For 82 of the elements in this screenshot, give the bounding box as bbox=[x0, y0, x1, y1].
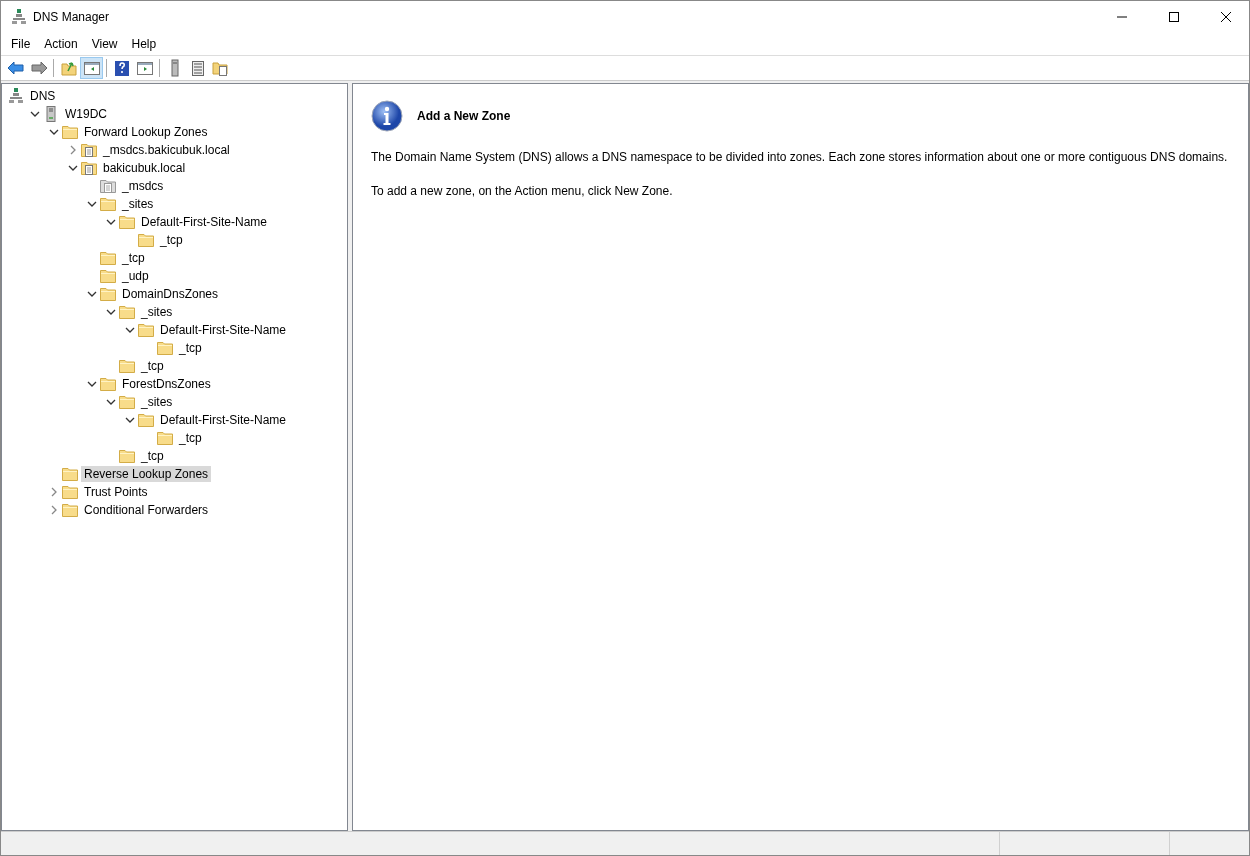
info-text: To add a new zone, on the Action menu, click New Zone. bbox=[371, 183, 674, 200]
tree-item[interactable]: _udp bbox=[119, 268, 152, 284]
expand-chevron-icon[interactable] bbox=[49, 505, 59, 515]
zone-icon bbox=[211, 59, 230, 77]
folder-icon bbox=[100, 286, 116, 302]
tree-item[interactable]: _tcp bbox=[138, 358, 167, 374]
tree-item[interactable]: DomainDnsZones bbox=[119, 286, 222, 302]
folder-icon bbox=[62, 484, 78, 500]
tree-item[interactable]: Default-First-Site-Name bbox=[157, 322, 290, 338]
folder-icon bbox=[119, 358, 135, 374]
collapse-chevron-icon[interactable] bbox=[87, 199, 97, 209]
tree-item[interactable]: bakicubuk.local bbox=[100, 160, 189, 176]
tree-item[interactable]: ForestDnsZones bbox=[119, 376, 214, 392]
folder-icon bbox=[157, 430, 173, 446]
folder-icon bbox=[119, 394, 135, 410]
zone-icon bbox=[81, 160, 97, 176]
menu-item[interactable]: Help bbox=[124, 35, 164, 53]
collapse-chevron-icon[interactable] bbox=[30, 109, 40, 119]
close-icon bbox=[1220, 11, 1232, 23]
tree-item[interactable]: _sites bbox=[138, 394, 176, 410]
folder-icon bbox=[119, 304, 135, 320]
collapse-chevron-icon[interactable] bbox=[106, 307, 116, 317]
tree-item[interactable]: _tcp bbox=[138, 448, 167, 464]
forward-arrow-icon bbox=[29, 59, 48, 77]
folder-icon bbox=[100, 196, 116, 212]
tree-pane-button[interactable] bbox=[80, 57, 103, 79]
folder-icon bbox=[138, 412, 154, 428]
folder-icon bbox=[62, 466, 78, 482]
collapse-chevron-icon[interactable] bbox=[49, 127, 59, 137]
server-icon bbox=[43, 106, 59, 122]
tree-item[interactable]: _tcp bbox=[157, 232, 186, 248]
action-pane-icon bbox=[135, 59, 154, 77]
folder-icon bbox=[157, 340, 173, 356]
tree-item[interactable]: _sites bbox=[119, 196, 157, 212]
help-icon bbox=[112, 59, 131, 77]
tree-item[interactable]: _tcp bbox=[176, 430, 205, 446]
tree-item[interactable]: _msdcs.bakicubuk.local bbox=[100, 142, 233, 158]
collapse-chevron-icon[interactable] bbox=[68, 163, 78, 173]
back-arrow-icon bbox=[6, 59, 25, 77]
info-icon bbox=[371, 100, 403, 132]
folder-icon bbox=[138, 232, 154, 248]
menu-item[interactable]: View bbox=[84, 35, 125, 53]
tree-item[interactable]: _tcp bbox=[119, 250, 148, 266]
info-text: The Domain Name System (DNS) allows a DNS namespace to be divided into zones. Each zone stores information about one or more contiguous DNS domains. bbox=[371, 149, 1229, 166]
dns-icon bbox=[11, 9, 27, 25]
collapse-chevron-icon[interactable] bbox=[87, 289, 97, 299]
tree-item[interactable]: DNS bbox=[27, 88, 59, 104]
tree-item[interactable]: Default-First-Site-Name bbox=[157, 412, 290, 428]
collapse-chevron-icon[interactable] bbox=[106, 397, 116, 407]
collapse-chevron-icon[interactable] bbox=[125, 415, 135, 425]
tree-item[interactable]: Conditional Forwarders bbox=[81, 502, 212, 518]
collapse-chevron-icon[interactable] bbox=[87, 379, 97, 389]
folder-icon bbox=[100, 268, 116, 284]
tree-item[interactable]: W19DC bbox=[62, 106, 110, 122]
expand-chevron-icon[interactable] bbox=[68, 145, 78, 155]
folder-icon bbox=[138, 322, 154, 338]
folder-icon bbox=[62, 502, 78, 518]
tree-item[interactable]: Default-First-Site-Name bbox=[138, 214, 271, 230]
folder-icon bbox=[100, 376, 116, 392]
menu-item[interactable]: File bbox=[4, 35, 38, 53]
tree-item[interactable]: _tcp bbox=[176, 340, 205, 356]
dns-icon bbox=[8, 88, 24, 104]
info-heading: Add a New Zone bbox=[417, 108, 511, 125]
folder-arrow-icon bbox=[59, 59, 78, 77]
folder-icon bbox=[100, 250, 116, 266]
tree-item[interactable]: Trust Points bbox=[81, 484, 151, 500]
window-title: DNS Manager bbox=[33, 9, 111, 26]
maximize-icon bbox=[1168, 11, 1180, 23]
collapse-chevron-icon[interactable] bbox=[106, 217, 116, 227]
folder-icon bbox=[62, 124, 78, 140]
zone-icon bbox=[81, 142, 97, 158]
menu-item[interactable]: Action bbox=[37, 35, 85, 53]
collapse-chevron-icon[interactable] bbox=[125, 325, 135, 335]
folder-icon bbox=[119, 214, 135, 230]
folder-icon bbox=[119, 448, 135, 464]
tree-item[interactable]: Forward Lookup Zones bbox=[81, 124, 211, 140]
tree-item[interactable]: Reverse Lookup Zones bbox=[81, 466, 212, 482]
tree-pane-icon bbox=[82, 59, 101, 77]
zone-icon bbox=[100, 178, 116, 194]
tree-item[interactable]: _msdcs bbox=[119, 178, 167, 194]
tree-item[interactable]: _sites bbox=[138, 304, 176, 320]
expand-chevron-icon[interactable] bbox=[49, 487, 59, 497]
